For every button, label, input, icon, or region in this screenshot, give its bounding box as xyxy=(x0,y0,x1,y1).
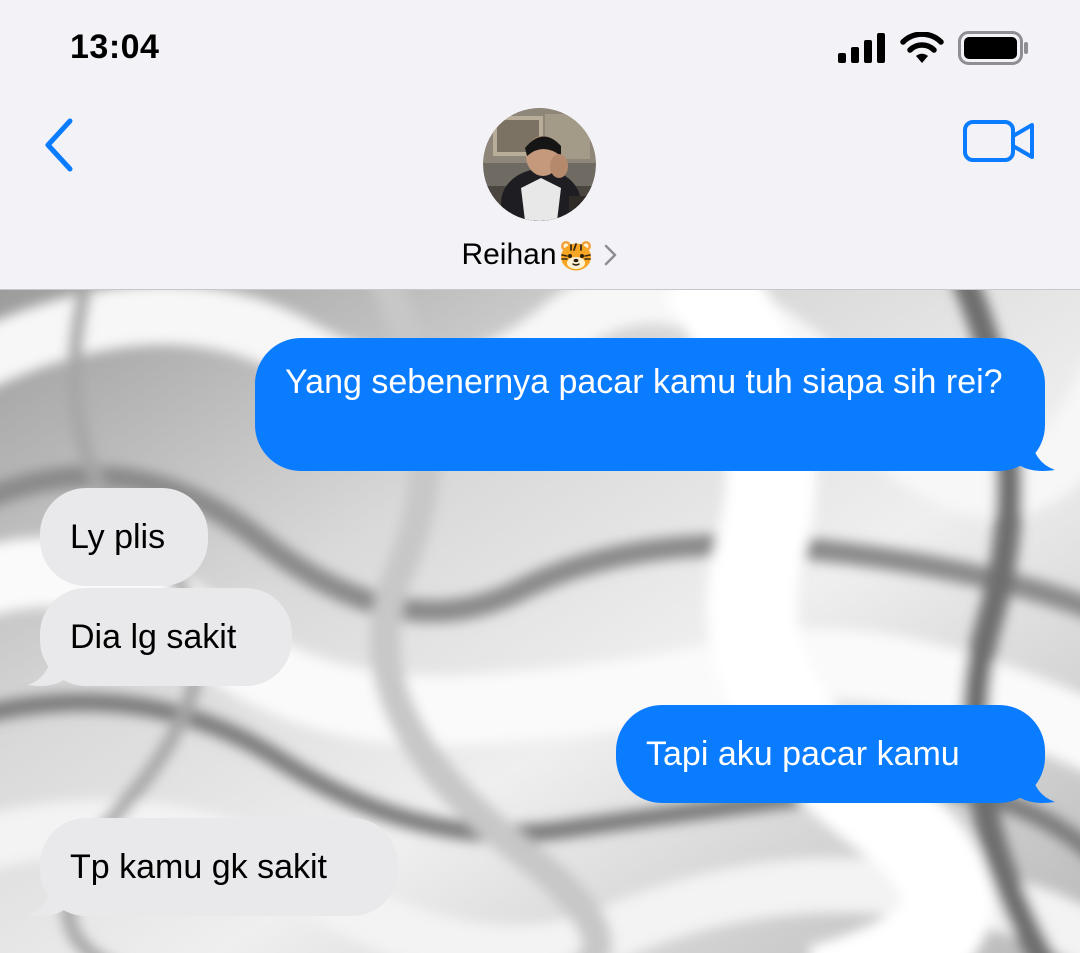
avatar[interactable] xyxy=(483,108,596,221)
contact-name-button[interactable]: Reihan xyxy=(0,238,1080,272)
battery-icon xyxy=(958,31,1028,65)
bubble-tail xyxy=(28,881,68,916)
bubble-tail xyxy=(1015,768,1055,803)
status-time: 13:04 xyxy=(70,28,160,66)
message-text: Dia lg sakit xyxy=(70,618,237,656)
wifi-icon xyxy=(900,32,944,63)
cellular-signal-icon xyxy=(838,33,885,63)
avatar-photo xyxy=(483,108,596,221)
message-text: Ly plis xyxy=(70,518,166,556)
bubble-tail xyxy=(1015,436,1055,471)
status-icons xyxy=(838,30,1030,66)
video-camera-icon xyxy=(963,120,1034,162)
status-bar: 13:04 xyxy=(0,0,1080,95)
messages-screen: 13:04 Reihan Yang sebenernya pacar kamu … xyxy=(0,0,1080,953)
bubble-tail xyxy=(28,651,68,686)
incoming-message-bubble[interactable]: Dia lg sakit xyxy=(40,588,292,686)
chevron-right-icon xyxy=(601,242,619,268)
video-call-button[interactable] xyxy=(962,117,1038,165)
back-button[interactable] xyxy=(40,115,84,175)
incoming-message-bubble[interactable]: Ly plis xyxy=(40,488,208,586)
outgoing-message-bubble[interactable]: Yang sebenernya pacar kamu tuh siapa sih… xyxy=(255,338,1045,471)
contact-name: Reihan xyxy=(461,238,557,271)
tiger-face-emoji-icon xyxy=(559,238,593,272)
message-text: Tp kamu gk sakit xyxy=(70,848,327,886)
message-list[interactable]: Yang sebenernya pacar kamu tuh siapa sih… xyxy=(0,290,1080,953)
message-text: Tapi aku pacar kamu xyxy=(646,735,960,773)
message-text: Yang sebenernya pacar kamu tuh siapa sih… xyxy=(285,363,1003,401)
chevron-left-icon xyxy=(45,118,73,172)
conversation-header: Reihan xyxy=(0,95,1080,290)
incoming-message-bubble[interactable]: Tp kamu gk sakit xyxy=(40,818,398,916)
outgoing-message-bubble[interactable]: Tapi aku pacar kamu xyxy=(616,705,1045,803)
